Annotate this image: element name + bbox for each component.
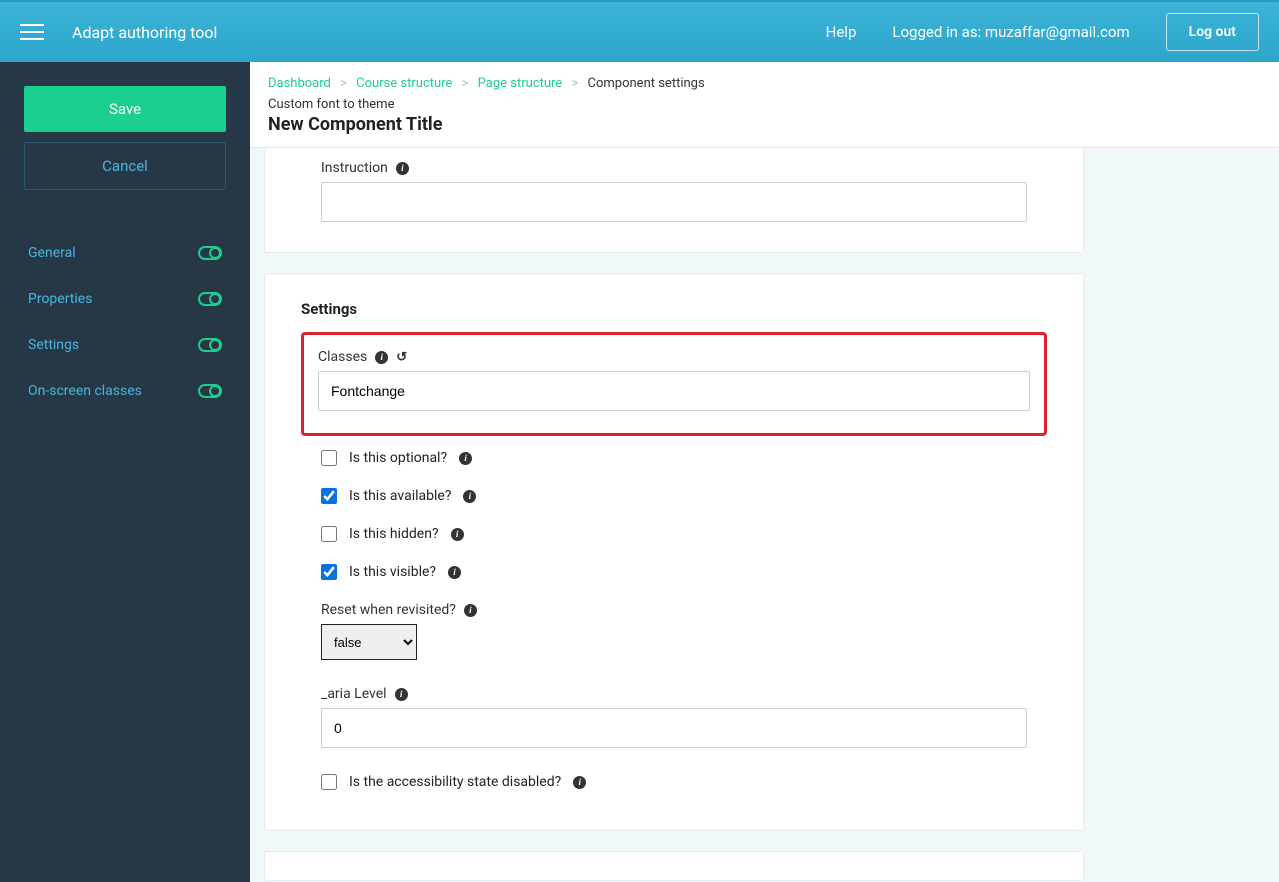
sidebar-item-settings[interactable]: Settings (24, 322, 226, 368)
visible-checkbox[interactable] (321, 564, 337, 580)
breadcrumb-page-structure[interactable]: Page structure (478, 76, 563, 91)
breadcrumb-current: Component settings (588, 76, 705, 91)
visible-label: Is this visible? (349, 564, 436, 580)
reset-label: Reset when revisited? (321, 602, 456, 618)
breadcrumb: Dashboard > Course structure > Page stru… (268, 76, 1261, 91)
next-panel-peek (264, 851, 1084, 881)
info-icon[interactable] (463, 490, 476, 503)
info-icon[interactable] (396, 162, 409, 175)
info-icon[interactable] (464, 604, 477, 617)
info-icon[interactable] (451, 528, 464, 541)
sidebar-item-onscreen-classes[interactable]: On-screen classes (24, 368, 226, 414)
info-icon[interactable] (448, 566, 461, 579)
hidden-checkbox[interactable] (321, 526, 337, 542)
topbar: Dashboard > Course structure > Page stru… (250, 62, 1279, 148)
aria-level-label: _aria Level (321, 686, 387, 702)
available-label: Is this available? (349, 488, 451, 504)
logout-button[interactable]: Log out (1166, 13, 1259, 51)
info-icon[interactable] (573, 776, 586, 789)
toggle-icon (198, 338, 222, 352)
optional-checkbox[interactable] (321, 450, 337, 466)
breadcrumb-course-structure[interactable]: Course structure (356, 76, 452, 91)
toggle-icon (198, 384, 222, 398)
cancel-button[interactable]: Cancel (24, 142, 226, 190)
instruction-input[interactable] (321, 182, 1027, 222)
accessibility-label: Is the accessibility state disabled? (349, 774, 561, 790)
accessibility-checkbox[interactable] (321, 774, 337, 790)
sidebar-item-label: General (28, 245, 76, 261)
brand-name: Adapt authoring tool (72, 23, 217, 42)
logged-in-text: Logged in as: muzaffar@gmail.com (892, 23, 1129, 41)
info-icon[interactable] (375, 351, 388, 364)
menu-icon[interactable] (20, 24, 44, 40)
sidebar-item-label: Settings (28, 337, 79, 353)
save-button[interactable]: Save (24, 86, 226, 132)
classes-input[interactable] (318, 371, 1030, 411)
hidden-label: Is this hidden? (349, 526, 439, 542)
instruction-label: Instruction (321, 160, 388, 176)
settings-panel: Settings Classes ↺ Is this optional? (264, 273, 1084, 831)
aria-level-input[interactable] (321, 708, 1027, 748)
page-title: New Component Title (268, 114, 1261, 135)
sidebar-item-properties[interactable]: Properties (24, 276, 226, 322)
sidebar-item-general[interactable]: General (24, 230, 226, 276)
sidebar-item-label: On-screen classes (28, 383, 142, 399)
optional-label: Is this optional? (349, 450, 447, 466)
instruction-panel: Instruction (264, 148, 1084, 253)
toggle-icon (198, 246, 222, 260)
reset-select[interactable]: false (321, 624, 417, 660)
classes-highlight-box: Classes ↺ (301, 332, 1047, 436)
help-link[interactable]: Help (826, 23, 857, 41)
info-icon[interactable] (459, 452, 472, 465)
toggle-icon (198, 292, 222, 306)
page-subtitle: Custom font to theme (268, 97, 1261, 112)
app-header: Adapt authoring tool Help Logged in as: … (0, 0, 1279, 62)
scroll-area[interactable]: Instruction Settings Classes ↺ (250, 148, 1279, 882)
available-checkbox[interactable] (321, 488, 337, 504)
classes-label: Classes (318, 349, 367, 365)
breadcrumb-dashboard[interactable]: Dashboard (268, 76, 331, 91)
sidebar-item-label: Properties (28, 291, 92, 307)
info-icon[interactable] (395, 688, 408, 701)
settings-heading: Settings (301, 300, 1027, 318)
sidebar: Save Cancel General Properties Settings … (0, 62, 250, 882)
reset-icon[interactable]: ↺ (396, 350, 407, 365)
